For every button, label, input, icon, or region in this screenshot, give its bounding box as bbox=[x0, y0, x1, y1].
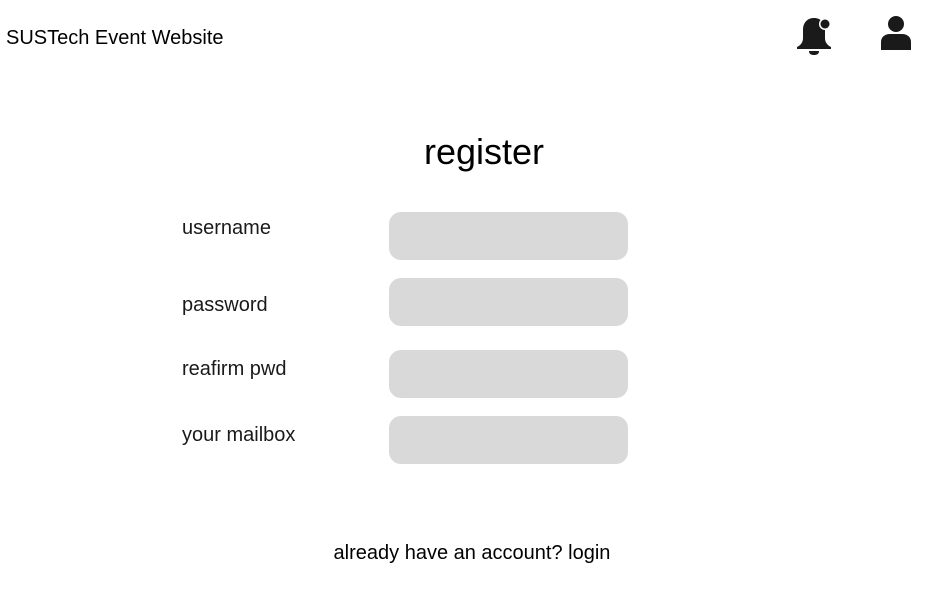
login-prompt: already have an account? login bbox=[0, 541, 944, 565]
reaffirm-password-label: reafirm pwd bbox=[182, 358, 287, 380]
user-icon-graphic bbox=[881, 16, 911, 50]
site-title: SUSTech Event Website bbox=[6, 27, 224, 49]
bell-notification-icon[interactable] bbox=[795, 16, 833, 56]
login-prompt-text: already have an account? bbox=[333, 542, 563, 564]
username-input[interactable] bbox=[389, 212, 628, 260]
username-label: username bbox=[182, 217, 271, 239]
register-heading: register bbox=[423, 131, 545, 172]
login-link[interactable]: login bbox=[568, 542, 610, 564]
reaffirm-password-input[interactable] bbox=[389, 350, 628, 398]
user-profile-icon[interactable] bbox=[880, 15, 912, 51]
password-label: password bbox=[182, 294, 268, 316]
mailbox-label: your mailbox bbox=[182, 424, 296, 446]
mailbox-input[interactable] bbox=[389, 416, 628, 464]
bell-icon-graphic bbox=[797, 18, 831, 55]
password-input[interactable] bbox=[389, 278, 628, 326]
